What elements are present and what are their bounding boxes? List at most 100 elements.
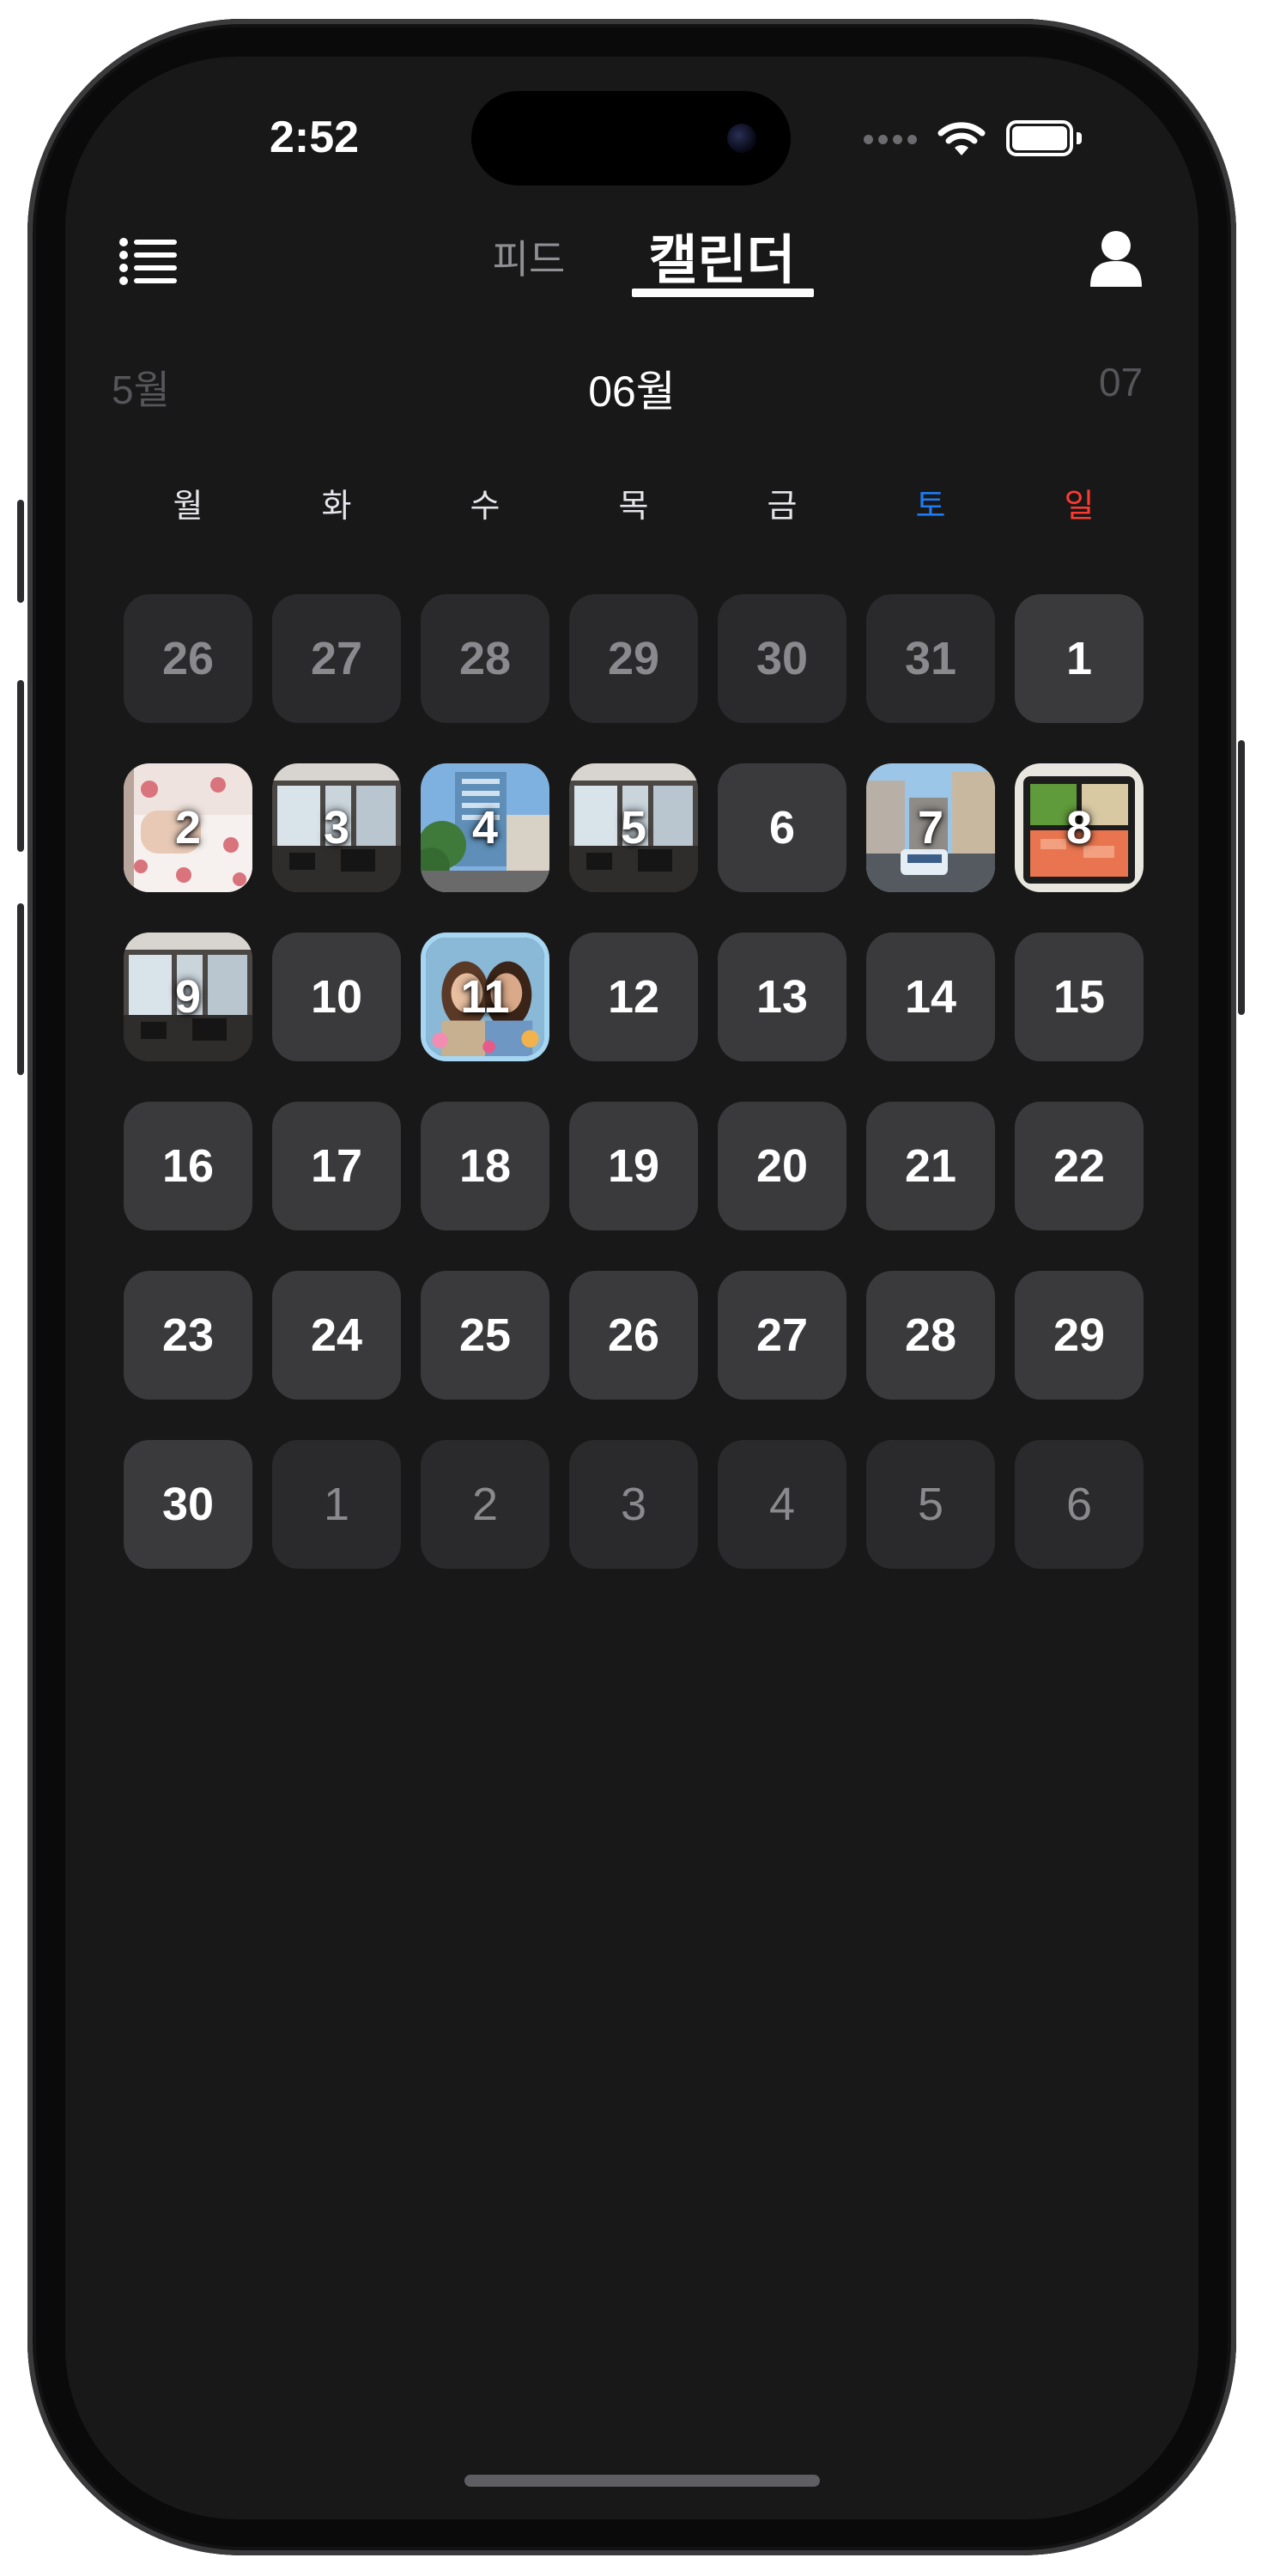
calendar-day[interactable]: 22 [1015,1102,1144,1230]
day-number: 2 [174,802,202,854]
tab-calendar[interactable]: 캘린더 [632,216,812,294]
day-number: 26 [607,1309,660,1361]
calendar-day[interactable]: 28 [866,1271,995,1400]
tab-active-underline [632,289,814,297]
calendar-day[interactable]: 5 [866,1440,995,1569]
app-screen: 2:52 피드 캘린더 5월 06월 07 월 화 수 목 금 토 일 26 27… [65,57,1198,2519]
calendar-day[interactable]: 3 [569,1440,698,1569]
next-month-label[interactable]: 07 [1099,359,1143,405]
calendar-day[interactable]: 4 [421,763,549,892]
calendar-day[interactable]: 25 [421,1271,549,1400]
calendar-day[interactable]: 5 [569,763,698,892]
weekday-sun: 일 [1064,489,1095,525]
weekday-header: 월 화 수 목 금 토 일 [124,479,1145,539]
calendar-day[interactable]: 7 [866,763,995,892]
profile-icon[interactable] [1089,228,1144,289]
previous-month-label[interactable]: 5월 [112,359,170,416]
day-number: 23 [161,1309,215,1361]
calendar-day[interactable]: 27 [272,594,401,723]
cellular-signal-icon [864,134,917,144]
day-number: 25 [458,1309,512,1361]
day-number: 7 [917,802,944,854]
day-number: 13 [755,971,809,1023]
current-month-label[interactable]: 06월 [529,357,735,419]
dynamic-island [471,91,791,185]
calendar-day[interactable]: 6 [718,763,846,892]
calendar-day[interactable]: 1 [272,1440,401,1569]
calendar-day[interactable]: 28 [421,594,549,723]
day-number: 1 [323,1479,350,1530]
day-number: 29 [1053,1309,1106,1361]
day-number: 21 [904,1140,957,1192]
weekday-tue: 화 [321,489,352,525]
status-icons [864,113,1083,165]
calendar-day[interactable]: 10 [272,933,401,1061]
calendar-day[interactable]: 23 [124,1271,252,1400]
calendar-day[interactable]: 12 [569,933,698,1061]
calendar-day[interactable]: 16 [124,1102,252,1230]
day-number: 10 [310,971,363,1023]
calendar-day[interactable]: 27 [718,1271,846,1400]
calendar-day[interactable]: 3 [272,763,401,892]
day-number: 18 [458,1140,512,1192]
day-number: 19 [607,1140,660,1192]
day-number: 15 [1053,971,1106,1023]
volume-down-button [17,903,24,1075]
list-menu-icon[interactable] [118,235,179,287]
home-indicator[interactable] [464,2475,820,2487]
calendar-day-today[interactable]: 11 [421,933,549,1061]
day-number: 6 [768,802,796,854]
day-number: 3 [620,1479,647,1530]
calendar-day[interactable]: 13 [718,933,846,1061]
day-number: 28 [904,1309,957,1361]
weekday-mon: 월 [173,489,203,525]
calendar-day[interactable]: 24 [272,1271,401,1400]
status-time: 2:52 [269,112,360,162]
power-button [1238,740,1245,1015]
calendar-day[interactable]: 9 [124,933,252,1061]
day-number: 16 [161,1140,215,1192]
day-number: 26 [161,633,215,684]
day-number: 30 [161,1479,215,1530]
calendar-day[interactable]: 15 [1015,933,1144,1061]
calendar-day[interactable]: 29 [1015,1271,1144,1400]
calendar-day[interactable]: 29 [569,594,698,723]
day-number: 30 [755,633,809,684]
wifi-icon [937,122,986,155]
day-number: 27 [755,1309,809,1361]
tab-feed[interactable]: 피드 [477,228,580,285]
calendar-day[interactable]: 1 [1015,594,1144,723]
action-button [17,500,24,603]
calendar-day[interactable]: 19 [569,1102,698,1230]
calendar-day[interactable]: 2 [124,763,252,892]
day-number: 27 [310,633,363,684]
volume-up-button [17,680,24,852]
weekday-thu: 목 [618,489,649,525]
calendar-day[interactable]: 6 [1015,1440,1144,1569]
day-number: 29 [607,633,660,684]
calendar-day[interactable]: 2 [421,1440,549,1569]
calendar-day[interactable]: 18 [421,1102,549,1230]
day-number: 17 [310,1140,363,1192]
day-number: 6 [1065,1479,1093,1530]
calendar-day[interactable]: 21 [866,1102,995,1230]
camera-icon [727,124,756,153]
calendar-day[interactable]: 8 [1015,763,1144,892]
day-number: 24 [310,1309,363,1361]
calendar-day[interactable]: 26 [124,594,252,723]
calendar-day[interactable]: 30 [718,594,846,723]
calendar-day[interactable]: 14 [866,933,995,1061]
calendar-day[interactable]: 30 [124,1440,252,1569]
calendar-day[interactable]: 20 [718,1102,846,1230]
battery-icon [1006,120,1083,158]
calendar-day[interactable]: 17 [272,1102,401,1230]
calendar-day[interactable]: 4 [718,1440,846,1569]
day-number: 22 [1053,1140,1106,1192]
weekday-sat: 토 [915,489,946,525]
calendar-day[interactable]: 26 [569,1271,698,1400]
calendar-day[interactable]: 31 [866,594,995,723]
day-number: 5 [620,802,647,854]
day-number: 1 [1065,633,1093,684]
day-number: 28 [458,633,512,684]
day-number: 31 [904,633,957,684]
